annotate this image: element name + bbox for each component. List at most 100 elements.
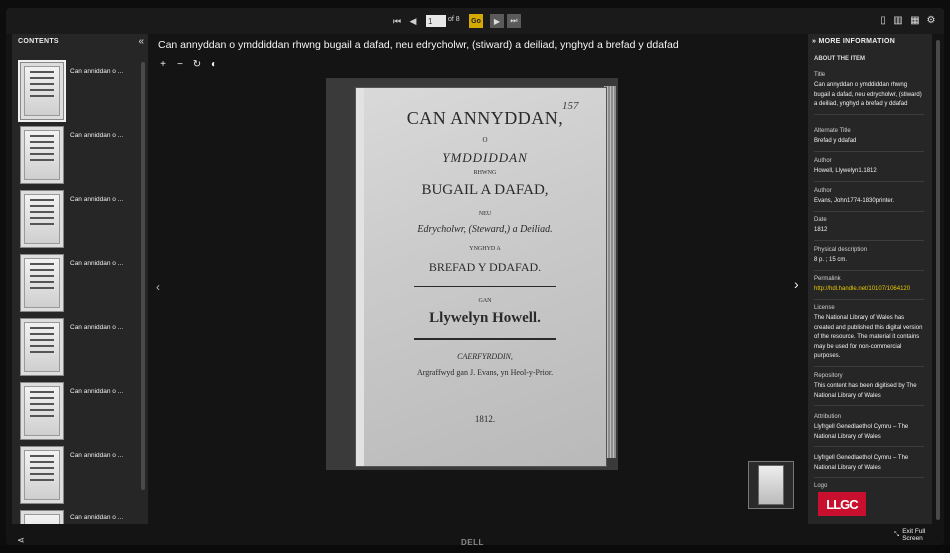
- grid-view-icon[interactable]: ▦: [909, 14, 921, 26]
- last-page-icon[interactable]: ⏭: [507, 14, 521, 28]
- contents-item[interactable]: Can anniddan o ...: [20, 382, 138, 446]
- field-physical-description: Physical description 8 p. ; 15 cm.: [814, 247, 924, 271]
- page-line: BUGAIL A DAFAD,: [421, 182, 549, 198]
- document-title: Can annyddan o ymddiddan rhwng bugail a …: [158, 39, 679, 51]
- field-author: Author Evans, John1774-1830printer.: [814, 188, 924, 212]
- field-key: Permalink: [814, 276, 841, 282]
- llgc-logo: LLGC: [818, 492, 866, 516]
- permalink-link[interactable]: http://hdl.handle.net/10107/1064120: [814, 285, 924, 295]
- zoom-in-icon[interactable]: +: [158, 59, 168, 70]
- field-author: Author Howell, Llywelyn1.1812: [814, 158, 924, 182]
- info-scrollbar[interactable]: [936, 40, 940, 520]
- contents-item[interactable]: Can anniddan o ...: [20, 446, 138, 510]
- contents-item[interactable]: Can anniddan o ...: [20, 190, 138, 254]
- field-key: Repository: [814, 373, 843, 379]
- exit-full-screen-label: Exit Full Screen: [902, 528, 926, 542]
- page-line: Edrycholwr, (Steward,) a Deiliad.: [417, 224, 553, 235]
- field-key: Date: [814, 217, 827, 223]
- go-button[interactable]: Go: [469, 14, 483, 28]
- page-line: NEU: [478, 211, 492, 217]
- contents-item-label: Can anniddan o ...: [70, 324, 124, 331]
- field-repository: Repository This content has been digitise…: [814, 373, 924, 406]
- page-thumbnail: [20, 510, 64, 524]
- two-page-view-icon[interactable]: ▥: [892, 14, 904, 26]
- contents-item[interactable]: Can anniddan o ...: [20, 126, 138, 190]
- about-item-heading: ABOUT THE ITEM: [814, 56, 865, 62]
- field-value: 8 p. ; 15 cm.: [814, 257, 848, 263]
- more-information-label: MORE INFORMATION: [818, 38, 896, 45]
- page-count: of 8: [448, 16, 460, 23]
- next-page-icon[interactable]: ▶: [490, 14, 504, 28]
- field-value: This content has been digitised by The N…: [814, 383, 917, 399]
- gear-icon[interactable]: ⚙: [925, 14, 937, 26]
- page-thumbnail: [20, 190, 64, 248]
- page-thumbnail: [20, 318, 64, 376]
- field-logo: Logo: [814, 483, 924, 492]
- field-key: Physical description: [814, 247, 868, 253]
- page-thumbnail: [20, 126, 64, 184]
- field-value: Brefad y ddafad: [814, 138, 857, 144]
- field-key: Author: [814, 158, 832, 164]
- page-image[interactable]: 157 CAN ANNYDDAN, O YMDDIDDAN RHWNG BUGA…: [326, 78, 618, 470]
- page-line: Argraffwyd gan J. Evans, yn Heol-y-Prior…: [416, 368, 554, 377]
- contents-item-label: Can anniddan o ...: [70, 388, 124, 395]
- contents-item[interactable]: Can anniddan o ...: [20, 318, 138, 382]
- navigator-thumbnail[interactable]: [748, 461, 794, 509]
- page-line: CAN ANNYDDAN,: [406, 108, 564, 128]
- field-value: Llyfrgell Genedlaethol Cymru – The Natio…: [814, 455, 909, 471]
- single-page-view-icon[interactable]: ▯: [877, 14, 889, 26]
- field-value: Howell, Llywelyn1.1812: [814, 168, 877, 174]
- more-information-heading[interactable]: » MORE INFORMATION: [812, 38, 895, 45]
- page-line: YNGHYD A: [469, 246, 501, 252]
- page-line: CAERFYRDDIN,: [457, 352, 513, 361]
- exit-full-screen-icon: ⤡: [894, 531, 900, 538]
- page-line: O: [482, 136, 488, 144]
- field-title: Title Can annyddan o ymddiddan rhwng buga…: [814, 72, 924, 115]
- field-key: License: [814, 305, 835, 311]
- contents-item[interactable]: Can anniddan o ...: [20, 510, 138, 524]
- page-thumbnail: [20, 446, 64, 504]
- page-line: YMDDIDDAN: [442, 150, 528, 165]
- contents-item[interactable]: Can anniddan o ...: [20, 254, 138, 318]
- field-attribution-2: Llyfrgell Genedlaethol Cymru – The Natio…: [814, 454, 924, 478]
- first-page-icon[interactable]: ⏮: [389, 14, 405, 28]
- monitor-brand: DELL: [461, 538, 484, 547]
- prev-page-icon[interactable]: ◀: [405, 14, 421, 28]
- contents-item[interactable]: Can anniddan o ...: [18, 60, 138, 126]
- field-value: Can annyddan o ymddiddan rhwng bugail a …: [814, 82, 922, 107]
- contrast-icon[interactable]: ◐: [209, 59, 219, 70]
- page-line: BREFAD Y DDAFAD.: [428, 260, 542, 274]
- field-permalink: Permalink http://hdl.handle.net/10107/106…: [814, 276, 924, 300]
- zoom-out-icon[interactable]: −: [175, 59, 185, 70]
- rotate-icon[interactable]: ↻: [192, 59, 202, 70]
- contents-heading: CONTENTS: [18, 38, 59, 45]
- contents-panel: CONTENTS « Can anniddan o ... Can annidd…: [12, 34, 148, 524]
- share-icon[interactable]: ⋖: [17, 535, 25, 545]
- contents-item-label: Can anniddan o ...: [70, 132, 124, 139]
- exit-full-screen-button[interactable]: ⤡ Exit Full Screen: [894, 528, 944, 542]
- page-line: 1812.: [474, 414, 496, 424]
- field-date: Date 1812: [814, 217, 924, 241]
- field-alternate-title: Alternate Title Brefad y ddafad: [814, 128, 924, 152]
- field-license: License The National Library of Wales has…: [814, 305, 924, 367]
- contents-item-label: Can anniddan o ...: [70, 196, 124, 203]
- collapse-panel-icon[interactable]: «: [138, 36, 144, 47]
- contents-item-label: Can anniddan o ...: [70, 68, 124, 75]
- prev-arrow-icon[interactable]: ‹: [156, 280, 160, 294]
- contents-scrollbar[interactable]: [141, 62, 145, 490]
- title-page: 157 CAN ANNYDDAN, O YMDDIDDAN RHWNG BUGA…: [356, 88, 606, 466]
- divider-rule: [414, 338, 556, 340]
- next-arrow-icon[interactable]: ›: [794, 276, 799, 292]
- field-key: Author: [814, 188, 832, 194]
- page-number-input[interactable]: [426, 15, 446, 27]
- top-toolbar: ⏮ ◀ of 8 Go ▶ ⏭ ▯ ▥ ▦ ⚙: [6, 8, 944, 34]
- page-line: RHWNG: [473, 170, 497, 176]
- page-thumbnail: [20, 254, 64, 312]
- page-line: Llywelyn Howell.: [429, 310, 541, 326]
- field-key: Logo: [814, 483, 828, 489]
- page-thumbnail: [18, 60, 66, 122]
- field-key: Alternate Title: [814, 128, 851, 134]
- viewer-screen: ⏮ ◀ of 8 Go ▶ ⏭ ▯ ▥ ▦ ⚙ CONTENTS « Can a…: [6, 8, 944, 545]
- divider-rule: [414, 286, 556, 287]
- field-value: Evans, John1774-1830printer.: [814, 198, 895, 204]
